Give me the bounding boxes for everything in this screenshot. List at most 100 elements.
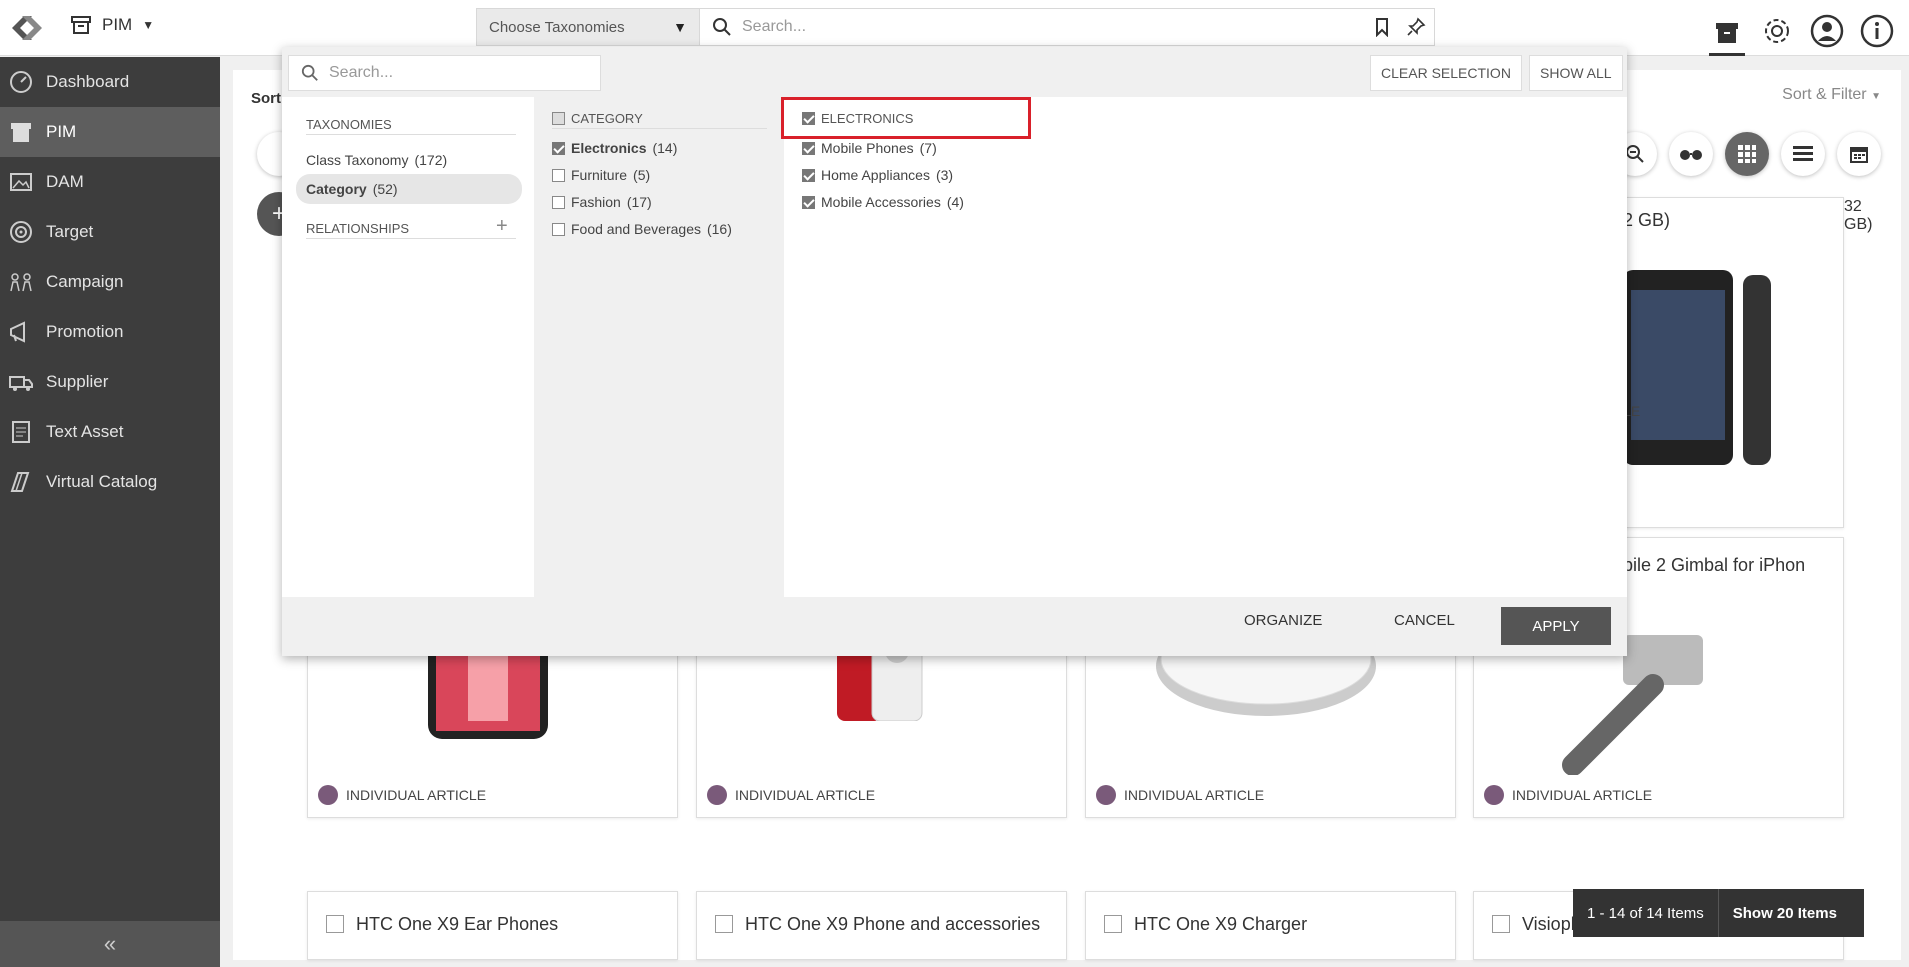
top-right-toolbar — [1709, 6, 1909, 56]
sidebar-item-campaign[interactable]: Campaign — [0, 257, 220, 307]
product-checkbox[interactable] — [715, 915, 733, 933]
product-card-title-row: Visiopl — [1492, 914, 1575, 935]
subcategory-item-label: Mobile Phones — [821, 140, 914, 156]
list-view-button[interactable] — [1781, 132, 1825, 176]
sidebar-item-label: Dashboard — [46, 72, 130, 91]
product-type-badge: INDIVIDUAL ARTICLE — [1096, 785, 1264, 805]
product-card[interactable]: HTC One X9 Phone and accessories — [696, 891, 1067, 960]
sidebar-item-label: Text Asset — [46, 422, 124, 441]
subcategory-item-home-appliances[interactable]: Home Appliances (3) — [802, 167, 953, 183]
sidebar-item-text-asset[interactable]: Text Asset — [0, 407, 220, 457]
subcategory-item-count: (7) — [919, 140, 937, 156]
category-item-electronics[interactable]: Electronics (14) — [552, 140, 677, 156]
product-type: INDIVIDUAL ARTICLE — [735, 787, 876, 803]
category-item-food-and-beverages[interactable]: Food and Beverages (16) — [552, 221, 732, 237]
product-card[interactable]: HTC One X9 Ear Phones — [307, 891, 678, 960]
product-card[interactable]: HTC One X9 Charger — [1085, 891, 1456, 960]
item-count: 1 - 14 of 14 Items — [1587, 904, 1704, 922]
taxonomy-item-class-taxonomy[interactable]: Class Taxonomy (172) — [306, 152, 447, 168]
user-profile-icon[interactable] — [1809, 13, 1845, 49]
search-icon — [713, 18, 731, 36]
product-checkbox[interactable] — [1104, 915, 1122, 933]
info-icon[interactable] — [1859, 13, 1895, 49]
sidebar-item-label: PIM — [46, 122, 77, 141]
sidebar-item-dam[interactable]: DAM — [0, 157, 220, 207]
taxonomy-search-input[interactable]: Search... — [288, 55, 601, 91]
module-switcher[interactable]: PIM ▼ — [70, 14, 154, 36]
sidebar-item-virtual-catalog[interactable]: Virtual Catalog — [0, 457, 220, 507]
sort-filter-toggle[interactable]: Sort & Filter ▼ — [1782, 86, 1881, 104]
product-type: INDIVIDUAL ARTICLE — [346, 787, 487, 803]
sidebar-item-dashboard[interactable]: Dashboard — [0, 57, 220, 107]
caret-down-icon: ▼ — [1871, 91, 1881, 102]
glasses-icon — [1680, 150, 1702, 160]
category-checkbox[interactable] — [552, 195, 565, 209]
taxonomy-select-label: Choose Taxonomies — [489, 18, 625, 36]
category-item-fashion[interactable]: Fashion (17) — [552, 194, 652, 210]
double-chevron-left-icon: « — [103, 931, 117, 956]
add-relationship-plus-icon[interactable]: + — [496, 215, 508, 238]
category-header-label: CATEGORY — [571, 111, 643, 126]
product-card-title-row: HTC One X9 Phone and accessories — [715, 914, 1040, 935]
apply-button[interactable]: APPLY — [1501, 607, 1611, 645]
list-icon — [1793, 146, 1813, 161]
sidebar-item-label: Promotion — [46, 322, 124, 341]
show-items-button[interactable]: Show 20 Items — [1719, 905, 1851, 922]
sort-label[interactable]: Sort — [251, 90, 281, 107]
subcategory-checkbox[interactable] — [802, 168, 815, 182]
category-checkbox[interactable] — [552, 141, 565, 155]
article-type-icon — [1484, 785, 1504, 805]
category-item-label: Fashion — [571, 194, 621, 210]
category-header: CATEGORY — [552, 111, 767, 129]
subcategory-checkbox[interactable] — [802, 195, 815, 209]
clear-selection-button[interactable]: CLEAR SELECTION — [1370, 55, 1522, 91]
cancel-button[interactable]: CANCEL — [1394, 612, 1455, 629]
pin-icon[interactable] — [1406, 17, 1426, 37]
product-checkbox[interactable] — [1492, 915, 1510, 933]
global-search-input[interactable]: Search... — [700, 8, 1435, 46]
product-type: INDIVIDUAL ARTICLE — [1512, 787, 1653, 803]
sidebar-item-supplier[interactable]: Supplier — [0, 357, 220, 407]
grid-view-button[interactable] — [1725, 132, 1769, 176]
subcategory-checkbox[interactable] — [802, 141, 815, 155]
taxonomy-item-label: Category — [306, 181, 367, 197]
subcategory-item-label: Home Appliances — [821, 167, 930, 183]
category-item-furniture[interactable]: Furniture (5) — [552, 167, 650, 183]
gear-icon[interactable] — [1759, 13, 1795, 49]
category-select-all-checkbox[interactable] — [552, 112, 565, 125]
product-checkbox[interactable] — [326, 915, 344, 933]
product-type-badge: INDIVIDUAL ARTICLE — [1484, 785, 1652, 805]
category-item-label: Furniture — [571, 167, 628, 183]
organize-button[interactable]: ORGANIZE — [1244, 612, 1322, 629]
sidebar-item-promotion[interactable]: Promotion — [0, 307, 220, 357]
app-logo-icon[interactable] — [4, 8, 50, 48]
sidebar-item-pim[interactable]: PIM — [0, 107, 220, 157]
sidebar-item-label: DAM — [46, 172, 84, 191]
article-type-icon — [1096, 785, 1116, 805]
category-checkbox[interactable] — [552, 168, 565, 182]
pim-icon — [11, 123, 31, 142]
sidebar-item-target[interactable]: Target — [0, 207, 220, 257]
category-column: CATEGORY Electronics (14) Furniture (5) … — [534, 97, 784, 597]
bookmark-icon[interactable] — [1372, 17, 1392, 37]
text-asset-icon — [12, 421, 30, 443]
product-type-badge: INDIVIDUAL ARTICLE — [318, 785, 486, 805]
subcategory-item-count: (3) — [935, 167, 954, 183]
calendar-view-button[interactable] — [1837, 132, 1881, 176]
popup-footer: ORGANIZE CANCEL APPLY — [282, 597, 1627, 656]
sidebar-collapse-button[interactable]: « — [0, 921, 220, 967]
subcategory-item-mobile-accessories[interactable]: Mobile Accessories (4) — [802, 194, 964, 210]
sidebar-item-label: Campaign — [46, 272, 124, 291]
caret-down-icon: ▼ — [673, 19, 687, 35]
relationships-header: RELATIONSHIPS — [306, 221, 516, 239]
taxonomy-item-category[interactable]: Category (52) — [306, 181, 398, 197]
supplier-icon — [9, 376, 33, 391]
subcategory-item-mobile-phones[interactable]: Mobile Phones (7) — [802, 140, 937, 156]
category-checkbox[interactable] — [552, 222, 565, 236]
taxonomy-select[interactable]: Choose Taxonomies ▼ — [476, 8, 700, 46]
view-toolbar — [1613, 132, 1881, 176]
show-all-button[interactable]: SHOW ALL — [1529, 55, 1623, 91]
archive-box-icon[interactable] — [1709, 6, 1745, 56]
category-item-count: (16) — [706, 221, 732, 237]
preview-button[interactable] — [1669, 132, 1713, 176]
